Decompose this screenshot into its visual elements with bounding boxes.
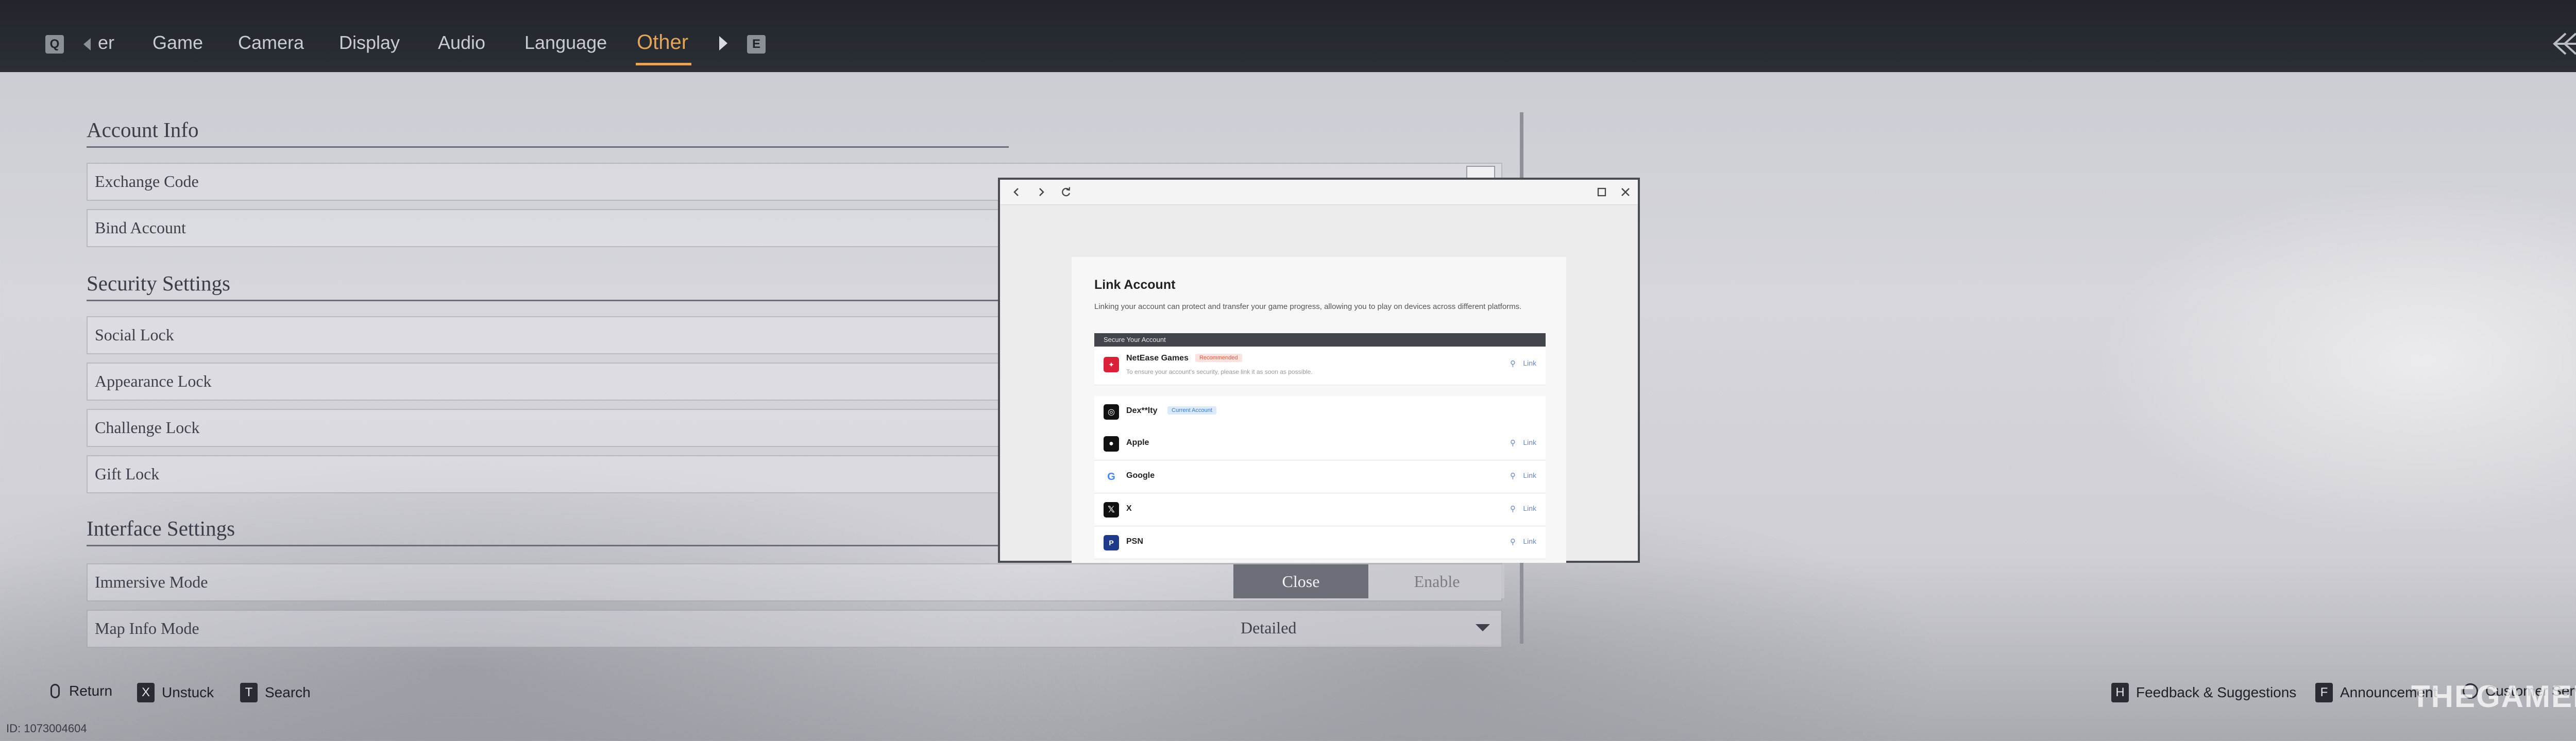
account-row-current: ◎ Dex**lty Current Account: [1094, 396, 1546, 428]
tab-character[interactable]: er: [98, 32, 114, 54]
popup-titlebar: [1000, 180, 1638, 205]
browser-forward-icon[interactable]: [1032, 183, 1050, 201]
link-button[interactable]: Link: [1523, 438, 1536, 446]
hint-label: Unstuck: [162, 684, 214, 700]
setting-label: Map Info Mode: [95, 619, 199, 637]
unstuck-hint[interactable]: X Unstuck: [137, 683, 214, 702]
setting-label: Bind Account: [95, 218, 186, 237]
setting-label: Challenge Lock: [95, 418, 200, 437]
map-info-mode-select[interactable]: Detailed: [1233, 611, 1500, 645]
account-name: NetEase Games: [1126, 354, 1189, 363]
setting-row-immersive-mode: Immersive Mode Close Enable: [87, 563, 1504, 601]
link-account-card: Link Account Linking your account can pr…: [1072, 257, 1566, 563]
tab-camera[interactable]: Camera: [238, 32, 304, 54]
popup-title: Link Account: [1094, 278, 1176, 292]
tab-language[interactable]: Language: [524, 32, 607, 54]
netease-icon: ✦: [1104, 357, 1119, 372]
link-icon: ⚲: [1510, 439, 1516, 447]
link-button[interactable]: Link: [1523, 359, 1536, 367]
apple-icon: ●: [1104, 436, 1119, 452]
search-hint[interactable]: T Search: [240, 683, 311, 702]
link-button[interactable]: Link: [1523, 537, 1536, 545]
tab-audio[interactable]: Audio: [438, 32, 485, 54]
account-row-google[interactable]: G Google ⚲ Link: [1094, 461, 1546, 493]
next-tab-key-hint[interactable]: E: [747, 35, 766, 54]
map-info-mode-value: Detailed: [1241, 618, 1297, 637]
feedback-hint[interactable]: H Feedback & Suggestions: [2111, 683, 2296, 702]
account-name: Dex**lty: [1126, 406, 1158, 415]
secure-account-header: Secure Your Account: [1094, 333, 1546, 347]
section-divider: [87, 545, 1009, 546]
hint-key: F: [2315, 683, 2333, 702]
immersive-mode-close-button[interactable]: Close: [1233, 564, 1368, 598]
hint-key: X: [137, 683, 155, 702]
next-tab-arrow-icon[interactable]: [719, 36, 727, 50]
account-name: Google: [1126, 471, 1155, 480]
tab-display[interactable]: Display: [339, 32, 400, 54]
section-title-interface-settings: Interface Settings: [87, 516, 235, 540]
setting-label: Immersive Mode: [95, 573, 208, 591]
section-title-security-settings: Security Settings: [87, 271, 231, 295]
google-icon: G: [1104, 469, 1119, 485]
account-row-apple[interactable]: ● Apple ⚲ Link: [1094, 428, 1546, 460]
hint-label: Feedback & Suggestions: [2136, 684, 2297, 700]
link-button[interactable]: Link: [1523, 504, 1536, 512]
setting-label: Gift Lock: [95, 464, 160, 483]
hint-key: T: [240, 683, 258, 702]
setting-row-map-info-mode: Map Info Mode Detailed: [87, 610, 1502, 648]
current-account-icon: ◎: [1104, 404, 1119, 420]
account-name: PSN: [1126, 537, 1143, 546]
tab-other[interactable]: Other: [637, 31, 688, 54]
link-account-popup: Link Account Linking your account can pr…: [998, 178, 1640, 563]
watermark-logo: THEGAMER: [2411, 679, 2576, 714]
browser-back-icon[interactable]: [1007, 183, 1026, 201]
hint-label: Return: [69, 683, 113, 699]
chevron-down-icon: [1476, 624, 1490, 631]
setting-label: Appearance Lock: [95, 372, 212, 390]
close-icon[interactable]: [1616, 183, 1635, 201]
link-icon: ⚲: [1510, 472, 1516, 480]
section-title-account-info: Account Info: [87, 118, 199, 142]
active-tab-indicator: [636, 63, 691, 65]
popup-description: Linking your account can protect and tra…: [1094, 302, 1522, 311]
player-uid: ID: 1073004604: [6, 722, 87, 735]
account-note: To ensure your account's security, pleas…: [1126, 368, 1313, 375]
setting-label: Exchange Code: [95, 172, 199, 191]
top-nav-bar: Q er Game Camera Display Audio Language …: [0, 0, 2576, 72]
prev-tab-key-hint[interactable]: Q: [45, 35, 64, 54]
immersive-mode-enable-button[interactable]: Enable: [1369, 564, 1504, 598]
account-row-netease[interactable]: ✦ NetEase Games Recommended To ensure yo…: [1094, 347, 1546, 385]
browser-refresh-icon[interactable]: [1057, 183, 1075, 201]
x-icon: 𝕏: [1104, 502, 1119, 518]
link-icon: ⚲: [1510, 359, 1516, 368]
prev-tab-arrow-icon[interactable]: [83, 38, 91, 50]
mouse-icon: [50, 684, 60, 698]
back-arrow-icon[interactable]: [2550, 31, 2576, 57]
account-row-psn[interactable]: P PSN ⚲ Link: [1094, 527, 1546, 559]
account-name: Apple: [1126, 438, 1149, 447]
current-account-badge: Current Account: [1167, 406, 1216, 415]
psn-icon: P: [1104, 535, 1119, 550]
recommended-badge: Recommended: [1195, 354, 1242, 362]
link-icon: ⚲: [1510, 505, 1516, 513]
section-divider: [87, 300, 1009, 301]
account-row-x[interactable]: 𝕏 X ⚲ Link: [1094, 494, 1546, 526]
link-icon: ⚲: [1510, 538, 1516, 546]
account-name: X: [1126, 504, 1132, 513]
return-hint[interactable]: Return: [50, 683, 112, 699]
maximize-icon[interactable]: [1592, 183, 1611, 201]
tab-game[interactable]: Game: [152, 32, 203, 54]
setting-label: Social Lock: [95, 325, 174, 344]
section-divider: [87, 146, 1009, 148]
link-button[interactable]: Link: [1523, 471, 1536, 479]
hint-label: Search: [265, 684, 311, 700]
hint-key: H: [2111, 683, 2129, 702]
